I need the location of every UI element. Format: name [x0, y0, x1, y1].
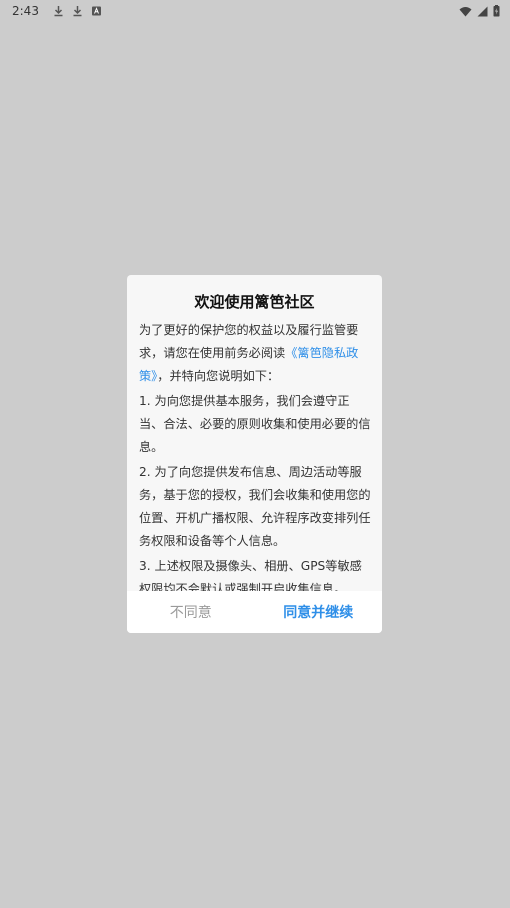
disagree-button[interactable]: 不同意 — [127, 591, 255, 633]
agree-continue-button[interactable]: 同意并继续 — [255, 591, 383, 633]
point-1: 1. 为向您提供基本服务，我们会遵守正当、合法、必要的原则收集和使用必要的信息。 — [139, 394, 371, 454]
intro-paragraph: 为了更好的保护您的权益以及履行监管要求，请您在使用前务必阅读《篱笆隐私政策》，并… — [139, 319, 371, 388]
dialog-body[interactable]: 为了更好的保护您的权益以及履行监管要求，请您在使用前务必阅读《篱笆隐私政策》，并… — [139, 319, 371, 591]
intro-text-end: ，并特向您说明如下： — [157, 369, 280, 383]
wifi-icon — [459, 6, 472, 16]
status-time: 2:43 — [12, 4, 39, 18]
download-icon — [73, 6, 82, 17]
download-icon — [54, 6, 63, 17]
dialog-title: 欢迎使用篱笆社区 — [194, 293, 315, 311]
dialog-buttons: 不同意 同意并继续 — [127, 591, 382, 633]
point-2: 2. 为了向您提供发布信息、周边活动等服务，基于您的授权，我们会收集和使用您的位… — [139, 465, 371, 548]
status-bar: 2:43 — [0, 0, 510, 22]
status-right — [459, 5, 500, 17]
screen: 2:43 欢迎使用篱笆社区 为了更好的保护您的权益以及履行监管要求，请您在使用前… — [0, 0, 510, 908]
privacy-dialog: 欢迎使用篱笆社区 为了更好的保护您的权益以及履行监管要求，请您在使用前务必阅读《… — [127, 275, 382, 633]
point-3: 3. 上述权限及摄像头、相册、GPS等敏感权限均不会默认或强制开启收集信息。 — [139, 559, 362, 591]
battery-charging-icon — [493, 5, 500, 17]
status-left: 2:43 — [12, 4, 102, 18]
keyboard-a-icon — [91, 6, 101, 16]
signal-icon — [477, 6, 488, 16]
